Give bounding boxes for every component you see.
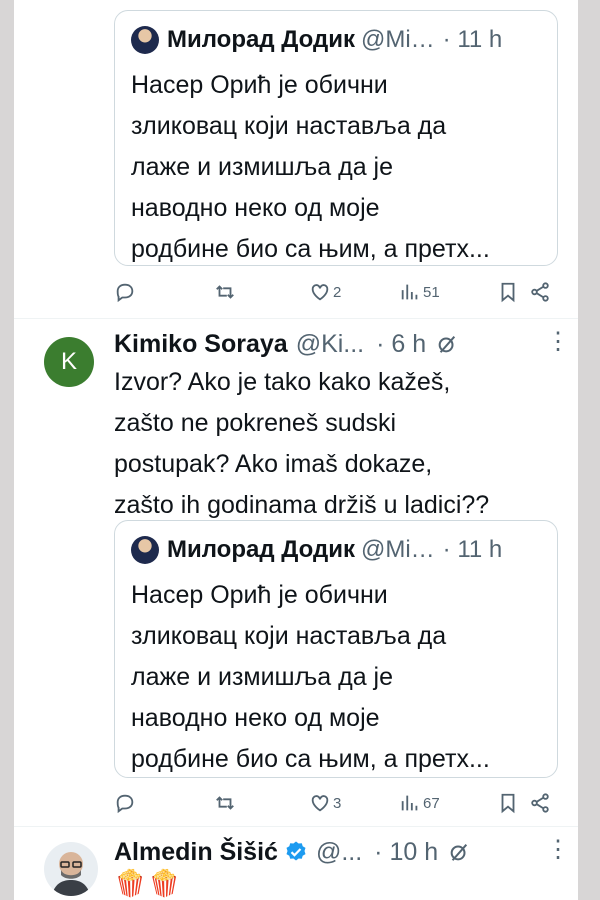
views-count: 67 [423, 794, 440, 812]
heart-icon [311, 284, 329, 301]
grok-button[interactable] [436, 333, 458, 355]
author-name[interactable]: Almedin Šišić [114, 838, 278, 867]
quoted-tweet-header: Милорад Додик @Mi… · 11 h [131, 23, 541, 57]
reply-icon [116, 283, 134, 303]
retweet-button[interactable] [214, 792, 309, 814]
bookmark-button[interactable] [497, 281, 529, 303]
quoted-tweet-header: Милорад Додик @Mi… · 11 h [131, 533, 541, 567]
reply-icon [116, 794, 134, 814]
quoted-author-name: Милорад Додик [167, 536, 355, 563]
quoted-tweet-card[interactable]: Милорад Додик @Mi… · 11 h Насер Орић је … [114, 520, 558, 778]
reply-button[interactable] [114, 792, 214, 814]
divider [14, 826, 578, 827]
post-text: Izvor? Ako je tako kako kažeš, zašto ne … [114, 368, 490, 519]
quoted-author-avatar [131, 536, 159, 564]
retweet-button[interactable] [214, 281, 309, 303]
retweet-icon [216, 796, 234, 810]
post-text: 🍿🍿 [114, 868, 183, 898]
quoted-author-handle: @Mi… [360, 536, 435, 563]
post-header: Kimiko Soraya @Ki... · 6 h ⋮ [114, 328, 570, 360]
bookmark-button[interactable] [497, 792, 529, 814]
post-time[interactable]: · 10 h [374, 838, 438, 867]
quoted-tweet-text: Насер Орић је обични зликовац који наста… [131, 581, 490, 773]
more-options-button[interactable]: ⋮ [546, 328, 570, 360]
like-button[interactable]: 2 [309, 281, 399, 303]
quoted-author-handle: @Mi… [360, 26, 435, 53]
heart-icon [311, 795, 329, 812]
author-handle[interactable]: @Ki... [296, 330, 364, 359]
avatar[interactable] [44, 842, 98, 896]
tweet-action-bar: 2 51 [114, 277, 564, 307]
views-icon [401, 284, 418, 300]
post-header: Almedin Šišić @... · 10 h ⋮ [114, 836, 570, 868]
timeline: Милорад Додик @Mi… · 11 h Насер Орић је … [14, 0, 578, 900]
like-count: 3 [333, 794, 342, 812]
share-button[interactable] [529, 281, 551, 303]
quoted-tweet-time: · 11 h [442, 536, 503, 563]
author-handle[interactable]: @... [316, 838, 362, 867]
bookmark-icon [501, 282, 515, 303]
verified-badge-icon [284, 840, 308, 864]
grok-button[interactable] [448, 841, 470, 863]
avatar[interactable]: K [44, 337, 94, 387]
post-time[interactable]: · 6 h [376, 330, 426, 359]
author-name[interactable]: Kimiko Soraya [114, 330, 288, 359]
views-button[interactable]: 67 [399, 792, 497, 814]
like-button[interactable]: 3 [309, 792, 399, 814]
more-options-button[interactable]: ⋮ [546, 836, 570, 868]
avatar-letter: K [60, 348, 77, 375]
quoted-tweet-card[interactable]: Милорад Додик @Mi… · 11 h Насер Орић је … [114, 10, 558, 266]
like-count: 2 [333, 283, 342, 301]
quoted-author-avatar [131, 26, 159, 54]
quoted-author-name: Милорад Додик [167, 26, 355, 53]
share-icon [531, 282, 549, 302]
views-button[interactable]: 51 [399, 281, 497, 303]
grok-icon [450, 843, 468, 861]
views-count: 51 [423, 283, 440, 301]
quoted-tweet-text: Насер Орић је обични зликовац који наста… [131, 71, 490, 263]
retweet-icon [216, 285, 234, 299]
divider [14, 318, 578, 319]
views-icon [401, 795, 418, 811]
quoted-tweet-time: · 11 h [442, 26, 503, 53]
share-button[interactable] [529, 792, 551, 814]
reply-button[interactable] [114, 281, 214, 303]
share-icon [531, 793, 549, 813]
tweet-action-bar: 3 67 [114, 788, 564, 818]
grok-icon [438, 335, 456, 353]
bookmark-icon [501, 793, 515, 814]
